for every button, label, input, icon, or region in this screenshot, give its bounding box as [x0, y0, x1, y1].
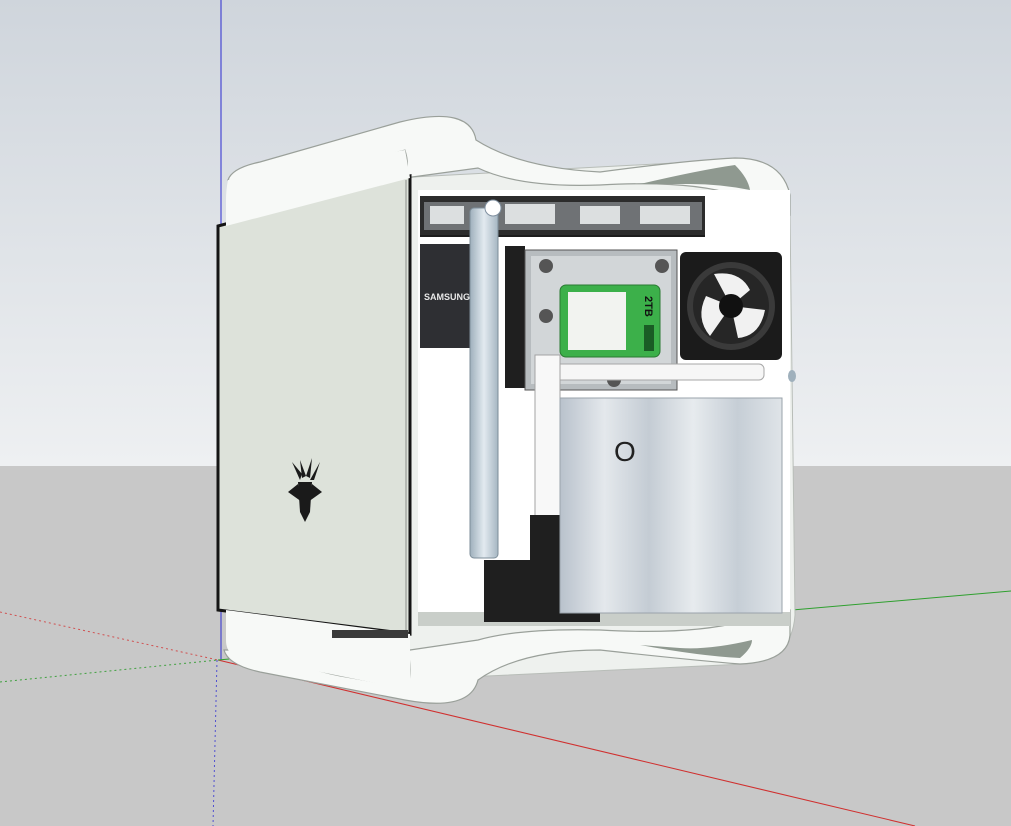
samsung-ssd: SAMSUNG — [420, 244, 472, 348]
sketchup-3d-viewport[interactable]: SAMSUNG 2TB O — [0, 0, 1011, 826]
hdd-cage — [505, 246, 525, 388]
vertical-pipe — [534, 354, 561, 521]
tube-top-cap — [484, 199, 502, 217]
top-radiator — [420, 196, 705, 237]
tube-end-connector — [788, 370, 796, 382]
case-front-panel — [216, 150, 412, 690]
case-floor — [418, 612, 790, 626]
psu-symbol: O — [614, 436, 636, 467]
power-supply: O — [559, 397, 783, 614]
ssd-label: SAMSUNG — [424, 292, 470, 302]
vertical-tube-left — [469, 207, 499, 559]
hdd-capacity: 2TB — [642, 296, 654, 317]
horizontal-tube — [535, 363, 765, 381]
fan-icon — [680, 252, 782, 360]
